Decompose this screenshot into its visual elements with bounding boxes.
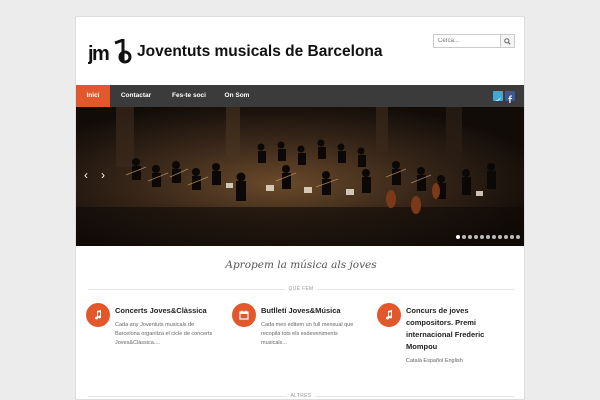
slider-dot[interactable] xyxy=(516,235,520,239)
music-note-icon xyxy=(377,303,401,327)
facebook-f-icon xyxy=(508,95,512,103)
slider-next-button[interactable]: › xyxy=(101,169,105,181)
search-button[interactable] xyxy=(500,35,514,47)
search-input[interactable] xyxy=(434,35,500,47)
calendar-icon xyxy=(232,303,256,327)
section-label-altres: ALTRES xyxy=(76,393,524,399)
slider-dot[interactable] xyxy=(474,235,478,239)
twitter-bird-icon xyxy=(495,97,501,101)
slider-dot[interactable] xyxy=(468,235,472,239)
main-nav: Inici Contactar Fes-te soci On Som xyxy=(76,85,524,107)
slider-dot[interactable] xyxy=(486,235,490,239)
slider-pagination xyxy=(456,235,520,239)
facebook-icon[interactable] xyxy=(505,91,515,103)
slider-dot[interactable] xyxy=(504,235,508,239)
slider-dot[interactable] xyxy=(456,235,460,239)
hero-slider[interactable]: ‹ › xyxy=(76,107,524,246)
site-header: jm Joventuts musicals de Barcelona xyxy=(76,17,524,85)
language-links[interactable]: Català Español English xyxy=(406,357,506,366)
slider-dot[interactable] xyxy=(492,235,496,239)
search-box xyxy=(433,34,515,48)
tagline: Apropem la música als joves xyxy=(225,259,377,271)
slider-dot[interactable] xyxy=(510,235,514,239)
slider-prev-button[interactable]: ‹ xyxy=(84,169,88,181)
nav-item-contactar[interactable]: Contactar xyxy=(112,85,160,107)
search-icon xyxy=(504,37,511,45)
section-label-text: QUÈ FEM xyxy=(284,286,318,292)
feature-text: Cada mes editem un full mensual que reco… xyxy=(261,322,354,346)
section-label-text: ALTRES xyxy=(286,393,316,399)
site-title[interactable]: Joventuts musicals de Barcelona xyxy=(137,43,383,61)
slider-dot[interactable] xyxy=(480,235,484,239)
nav-item-on-som[interactable]: On Som xyxy=(218,85,256,107)
feature-text: Cada any Joventuts musicals de Barcelona… xyxy=(115,322,213,346)
slider-dot[interactable] xyxy=(498,235,502,239)
twitter-icon[interactable] xyxy=(493,91,503,101)
svg-text:jm: jm xyxy=(88,43,109,65)
section-label-que-fem: QUÈ FEM xyxy=(76,286,524,292)
nav-item-inici[interactable]: Inici xyxy=(76,85,110,107)
feature-title[interactable]: Butlletí Joves&Música xyxy=(261,305,371,317)
feature-title[interactable]: Concerts Joves&Clàssica xyxy=(115,305,225,317)
orchestra-photo xyxy=(76,107,524,246)
music-note-icon xyxy=(86,303,110,327)
site-logo[interactable]: jm xyxy=(88,39,132,65)
feature-title[interactable]: Concurs de joves compositors. Premi inte… xyxy=(406,305,516,353)
page-container: jm Joventuts musicals de Barcelona Inici… xyxy=(75,16,525,400)
slider-dot[interactable] xyxy=(462,235,466,239)
nav-item-fes-te-soci[interactable]: Fes-te soci xyxy=(164,85,214,107)
